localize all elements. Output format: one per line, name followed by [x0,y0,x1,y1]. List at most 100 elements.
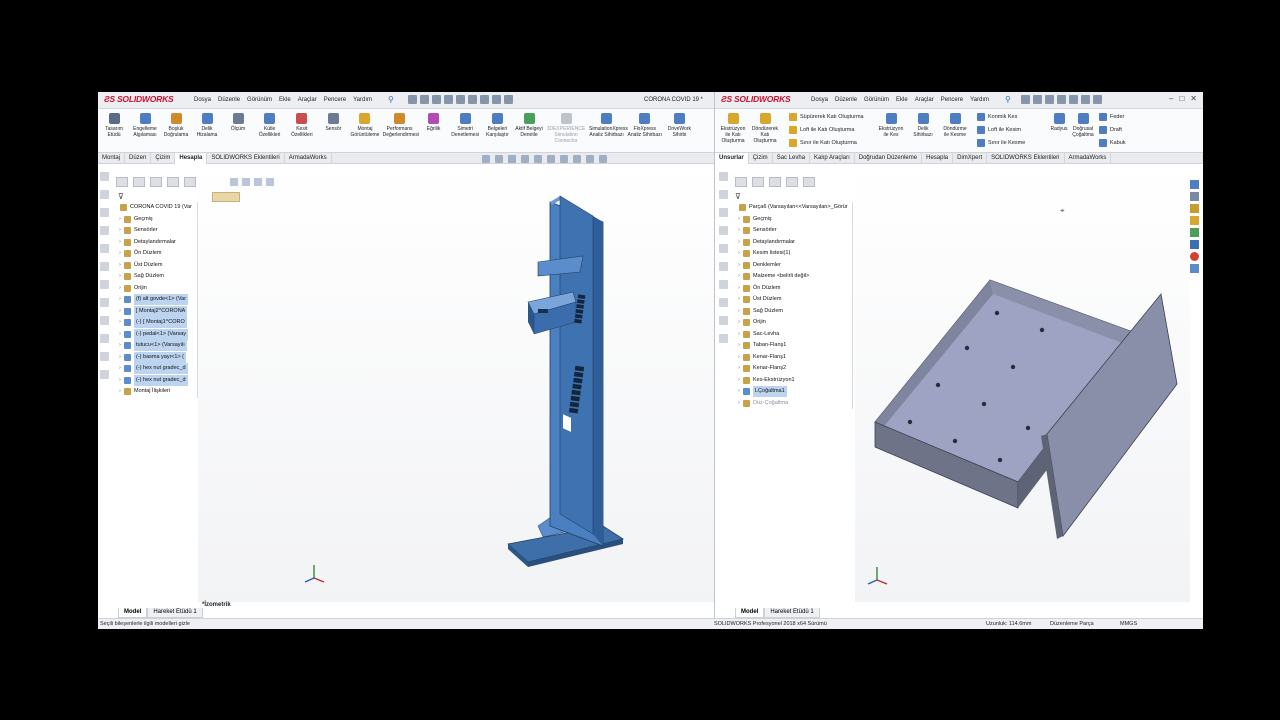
expand-icon[interactable]: › [116,260,124,271]
tree-item[interactable]: › Montaj İlişkileri [112,386,197,398]
home-icon[interactable] [408,95,417,104]
sidebar-icon[interactable] [719,298,728,307]
menu-item[interactable]: Yardım [970,97,989,103]
ribbon-small-button[interactable]: Kabuk [1099,139,1126,147]
configuration-manager-icon[interactable] [769,177,781,187]
ribbon-button[interactable]: Kütle Özellikleri [255,113,284,138]
sidebar-icon[interactable] [100,262,109,271]
bottom-tab[interactable]: Hareket Etüdü 1 [147,608,203,618]
expand-icon[interactable]: › [116,214,124,225]
expand-icon[interactable]: › [735,260,743,271]
expand-icon[interactable]: › [735,225,743,236]
ribbon-button[interactable]: Döndürme ile Kesme [939,113,971,138]
view-palette-icon[interactable] [1190,228,1199,237]
feature-manager-icon[interactable] [735,177,747,187]
sidebar-icon[interactable] [719,262,728,271]
expand-icon[interactable]: › [735,237,743,248]
ribbon-small-button[interactable]: Süpürerek Katı Oluşturma [789,113,864,121]
expand-icon[interactable]: › [735,363,743,374]
monitor-icon[interactable] [599,155,607,163]
tree-item[interactable]: › Kes-Ekstrüzyon1 [731,375,852,387]
expand-icon[interactable]: › [116,340,124,351]
expand-icon[interactable]: › [116,329,124,340]
maximize-icon[interactable]: □ [1179,94,1184,103]
feature-manager-icon[interactable] [116,177,128,187]
command-tab[interactable]: Hesapla [922,153,954,164]
resources-icon[interactable] [1190,192,1199,201]
tree-item[interactable]: › (-) basma yayı<1> ( [112,351,197,364]
ribbon-small-button[interactable]: Sınır ile Kesme [977,139,1025,147]
expand-icon[interactable]: › [116,386,124,397]
tree-item[interactable]: › Geçmiş [731,214,852,226]
sidebar-icon[interactable] [719,208,728,217]
display-manager-icon[interactable] [803,177,815,187]
zoom-fit-icon[interactable] [482,155,490,163]
options-icon[interactable] [504,95,513,104]
command-tab[interactable]: SOLIDWORKS Eklentileri [987,153,1065,164]
ribbon-button[interactable]: Ekstrüzyon ile Katı Oluşturma [717,113,749,144]
expand-icon[interactable]: › [116,352,124,363]
bottom-tab[interactable]: Model [735,608,765,618]
sidebar-icon[interactable] [719,316,728,325]
scene-icon[interactable] [586,155,594,163]
assembly-model[interactable]: ▮▮▮▮▮▮▮▮ ▮▮▮▮▮▮ [198,164,714,602]
expand-icon[interactable]: › [735,306,743,317]
open-icon[interactable] [1045,95,1054,104]
ribbon-button[interactable]: Simetri Denetlemesi [451,113,480,138]
home-icon[interactable] [1190,180,1199,189]
new-icon[interactable] [1033,95,1042,104]
tree-item[interactable]: CORONA COVID 19 (Var [112,202,197,214]
menu-item[interactable]: Ekle [279,97,291,103]
sidebar-icon[interactable] [719,334,728,343]
tree-item[interactable]: › Sağ Düzlem [731,306,852,318]
expand-icon[interactable]: › [116,363,124,374]
tree-item[interactable]: › Detaylandırmalar [112,237,197,249]
tree-item[interactable]: › Orijin [112,283,197,295]
sidebar-icon[interactable] [100,244,109,253]
menu-item[interactable]: Ekle [896,97,908,103]
menu-item[interactable]: Düzenle [218,97,240,103]
new-icon[interactable] [420,95,429,104]
ribbon-button[interactable]: Döndürerek Katı Oluşturma [749,113,781,144]
tree-item[interactable]: › Sensörler [731,225,852,237]
command-tab[interactable]: ArmadaWorks [1065,153,1112,164]
expand-icon[interactable]: › [735,317,743,328]
tree-item[interactable]: › (f) alt govde<1> (Var [112,294,197,306]
dimxpert-icon[interactable] [786,177,798,187]
expand-icon[interactable]: › [735,375,743,386]
home-icon[interactable] [1021,95,1030,104]
tree-item[interactable]: › Sağ Düzlem [112,271,197,283]
menu-item[interactable]: Görünüm [864,97,889,103]
expand-icon[interactable]: › [735,386,743,397]
ribbon-small-button[interactable]: Sınır ile Katı Oluşturma [789,139,857,147]
tree-item[interactable]: › Sac-Levha [731,329,852,341]
tree-item[interactable]: › (-) hex nut gradec_d [112,363,197,375]
ribbon-button[interactable]: Boşluk Doğrulama [162,113,190,138]
minimize-icon[interactable]: – [1169,94,1173,103]
expand-icon[interactable]: › [735,214,743,225]
file-explorer-icon[interactable] [1190,216,1199,225]
property-manager-icon[interactable] [752,177,764,187]
tree-item[interactable]: › LÇoğaltma1 [731,386,852,398]
menu-item[interactable]: Dosya [194,97,211,103]
ribbon-small-button[interactable]: Draft [1099,126,1122,134]
pin-icon[interactable]: ⚲ [388,95,394,104]
tree-item[interactable]: › Üst Düzlem [731,294,852,306]
ribbon-button[interactable]: 3DEXPERIENCE Simulation Connector [546,113,586,144]
expand-icon[interactable]: › [735,283,743,294]
sheet-metal-part[interactable] [855,164,1190,602]
tree-item[interactable]: › Kesim listesi(1) [731,248,852,260]
expand-icon[interactable]: › [116,271,124,282]
expand-icon[interactable]: › [116,225,124,236]
dimxpert-icon[interactable] [167,177,179,187]
command-tab[interactable]: ArmadaWorks [285,153,332,164]
ribbon-button[interactable]: Kesit Özellikleri [287,113,316,138]
configuration-manager-icon[interactable] [150,177,162,187]
ribbon-button[interactable]: Ekstrüzyon ile Kes [875,113,907,138]
tree-item[interactable]: › tutucu<1> (Varsayılı [112,340,197,352]
graphics-area[interactable]: ⌖ [855,164,1190,602]
bottom-tab[interactable]: Hareket Etüdü 1 [764,608,820,618]
ribbon-button[interactable]: Ölçüm [224,113,252,132]
ribbon-small-button[interactable]: Konmik Kes [977,113,1017,121]
expand-icon[interactable]: › [116,283,124,294]
